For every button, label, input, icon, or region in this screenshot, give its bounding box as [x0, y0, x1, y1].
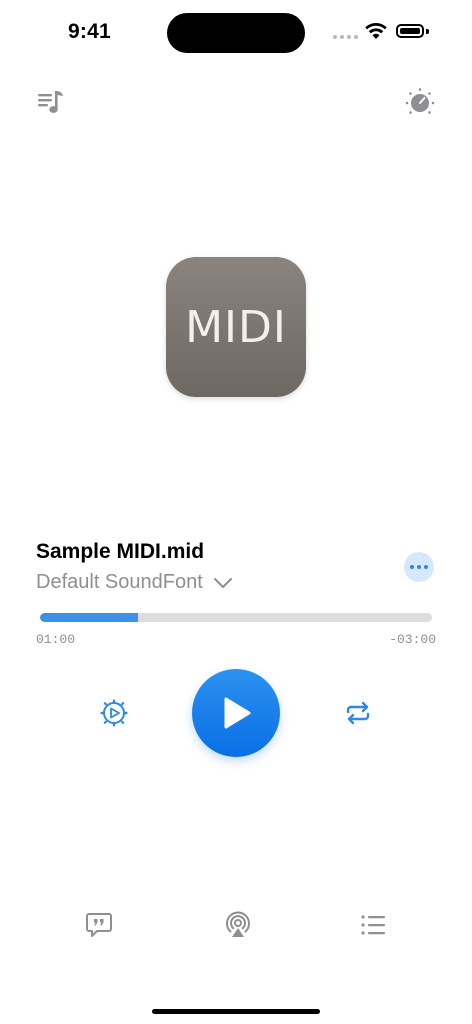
play-button[interactable] [192, 669, 280, 757]
album-artwork: MIDI [166, 257, 306, 397]
home-indicator[interactable] [152, 1009, 320, 1014]
soundfont-selector[interactable]: Default SoundFont [36, 571, 233, 594]
airplay-icon[interactable] [222, 908, 254, 940]
artwork-label: MIDI [185, 301, 287, 353]
lyrics-icon[interactable] [84, 910, 114, 940]
queue-list-icon[interactable] [358, 910, 388, 940]
soundfont-label: Default SoundFont [36, 571, 203, 593]
repeat-icon[interactable] [342, 698, 374, 728]
cellular-signal-icon [333, 35, 358, 39]
battery-icon [396, 24, 424, 38]
wifi-icon [365, 23, 387, 39]
tempo-gear-icon[interactable] [99, 698, 129, 728]
playlist-music-icon[interactable] [36, 88, 66, 116]
ellipsis-icon [410, 565, 414, 569]
more-options-button[interactable] [404, 552, 434, 582]
progress-fill [40, 613, 138, 622]
remaining-time: -03:00 [389, 632, 436, 647]
chevron-down-icon [213, 577, 232, 588]
dynamic-island [167, 13, 305, 53]
knob-icon[interactable] [404, 86, 436, 118]
elapsed-time: 01:00 [36, 632, 76, 647]
track-title: Sample MIDI.mid [36, 540, 205, 563]
battery-cap [426, 29, 429, 34]
status-time: 9:41 [68, 20, 111, 43]
play-icon [224, 697, 251, 729]
progress-slider[interactable] [40, 613, 432, 622]
